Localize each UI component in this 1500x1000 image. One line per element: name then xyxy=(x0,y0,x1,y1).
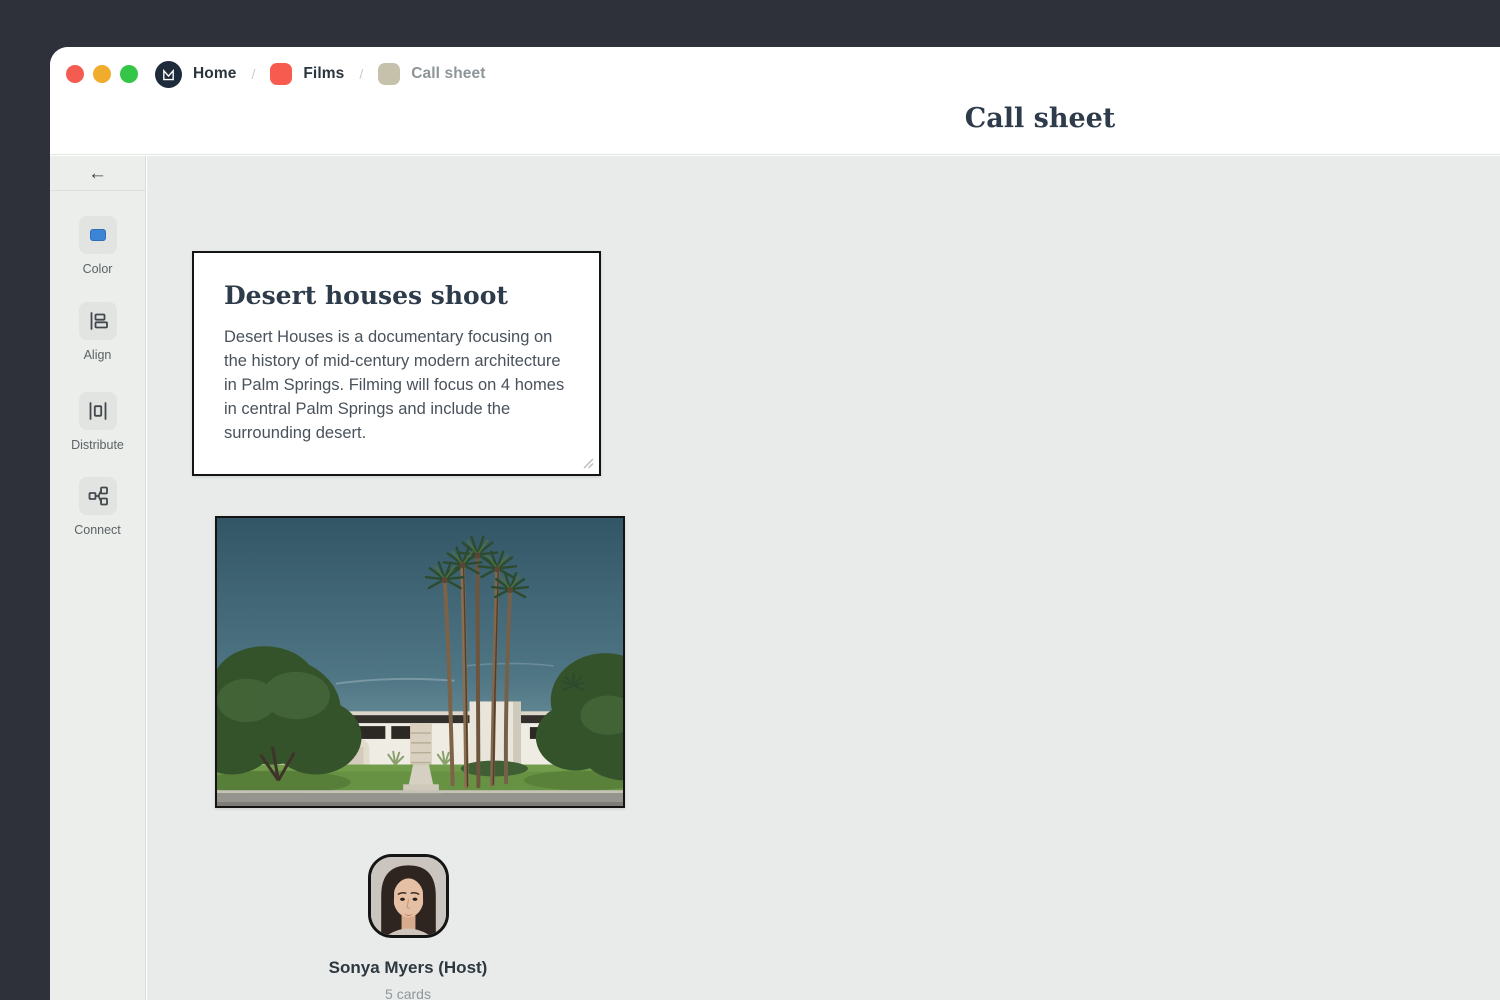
color-swatch-icon xyxy=(86,223,110,247)
person-card[interactable]: Sonya Myers (Host) 5 cards xyxy=(301,854,515,1000)
breadcrumb-call-sheet[interactable]: Call sheet xyxy=(378,63,485,85)
breadcrumb-call-sheet-label: Call sheet xyxy=(411,65,485,83)
minimize-window-button[interactable] xyxy=(93,65,111,83)
beige-board-chip-icon xyxy=(378,63,400,85)
breadcrumb: Home / Films / Call sheet xyxy=(155,61,485,87)
maximize-window-button[interactable] xyxy=(120,65,138,83)
board-title[interactable]: Call sheet xyxy=(965,103,1116,134)
align-tool-label: Align xyxy=(84,348,112,362)
desktop-background: Home / Films / Call sheet Call sheet ← xyxy=(0,0,1500,1000)
person-card-count: 5 cards xyxy=(385,986,431,1000)
breadcrumb-separator: / xyxy=(249,66,257,82)
resize-handle-icon[interactable] xyxy=(580,455,594,469)
align-tool-button[interactable] xyxy=(79,302,117,340)
tool-distribute: Distribute xyxy=(50,392,145,452)
window-controls xyxy=(66,65,138,83)
distribute-tool-button[interactable] xyxy=(79,392,117,430)
palm-house-photo xyxy=(217,518,623,806)
distribute-tool-label: Distribute xyxy=(71,438,124,452)
note-card[interactable]: Desert houses shoot Desert Houses is a d… xyxy=(192,251,601,476)
tools-sidebar: ← Color xyxy=(50,156,146,1000)
breadcrumb-separator: / xyxy=(357,66,365,82)
breadcrumb-films[interactable]: Films xyxy=(270,63,344,85)
align-icon xyxy=(86,309,110,333)
note-card-body: Desert Houses is a documentary focusing … xyxy=(224,325,569,445)
tool-connect: Connect xyxy=(50,477,145,537)
milanote-logo-icon xyxy=(155,61,182,88)
collapse-sidebar-button[interactable]: ← xyxy=(50,158,145,190)
tool-color: Color xyxy=(50,216,145,276)
connect-icon xyxy=(86,484,110,508)
breadcrumb-films-label: Films xyxy=(303,65,344,83)
avatar[interactable] xyxy=(368,854,449,938)
connect-tool-button[interactable] xyxy=(79,477,117,515)
board-canvas[interactable]: Desert houses shoot Desert Houses is a d… xyxy=(147,156,1500,1000)
window-header: Home / Films / Call sheet Call sheet xyxy=(50,47,1500,155)
tool-align: Align xyxy=(50,302,145,362)
app-window: Home / Films / Call sheet Call sheet ← xyxy=(50,47,1500,1000)
red-board-chip-icon xyxy=(270,63,292,85)
sonya-portrait xyxy=(371,857,446,935)
color-tool-label: Color xyxy=(83,262,113,276)
color-tool-button[interactable] xyxy=(79,216,117,254)
note-card-title: Desert houses shoot xyxy=(224,281,569,310)
breadcrumb-home[interactable]: Home xyxy=(155,61,236,88)
person-name: Sonya Myers (Host) xyxy=(329,958,488,978)
sidebar-divider xyxy=(50,190,145,191)
image-card[interactable] xyxy=(215,516,625,808)
breadcrumb-home-label: Home xyxy=(193,65,236,83)
connect-tool-label: Connect xyxy=(74,523,121,537)
close-window-button[interactable] xyxy=(66,65,84,83)
distribute-icon xyxy=(86,399,110,423)
